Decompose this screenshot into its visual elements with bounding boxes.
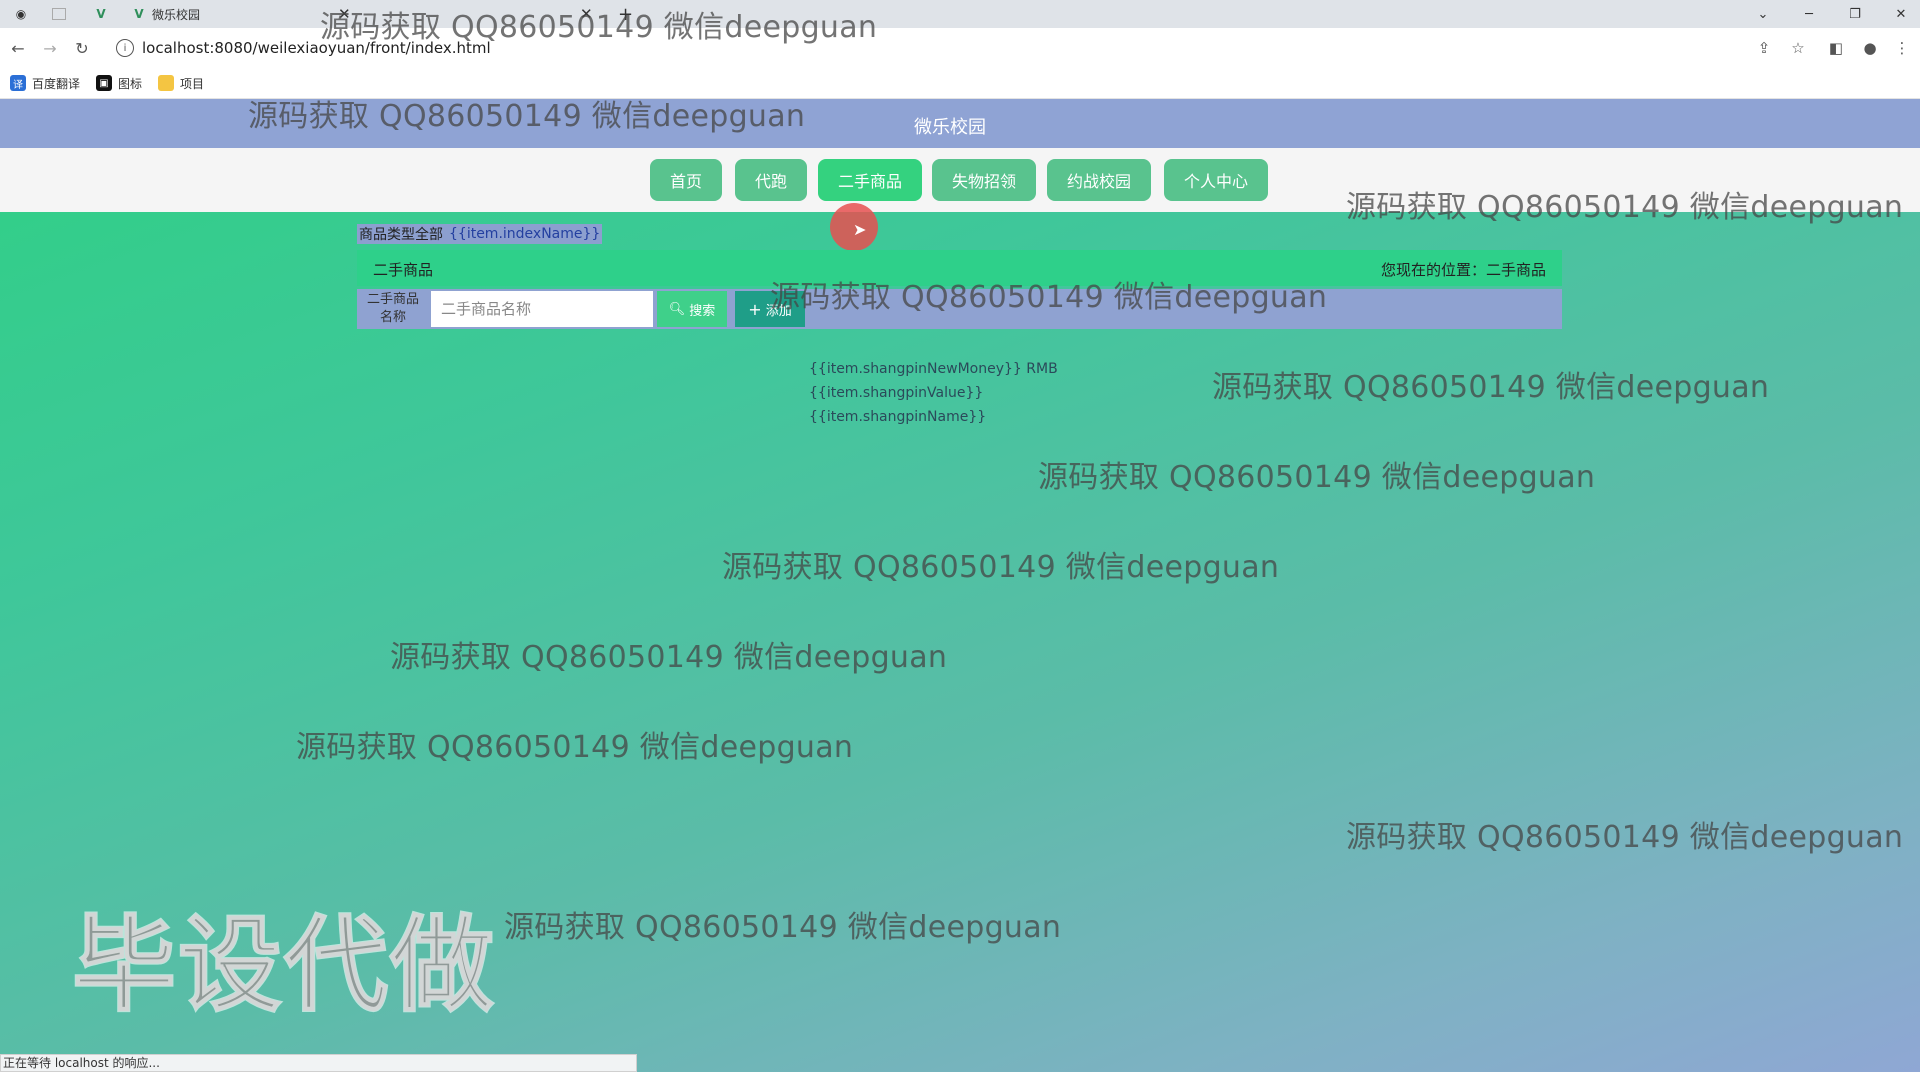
browser-tab-strip: ◉ V V 微乐校园 ✕ ✕ + ⌄ ─ ❐ ✕ bbox=[0, 0, 1920, 28]
watermark-text: 源码获取 QQ86050149 微信deepguan bbox=[1346, 190, 1904, 225]
profile-icon[interactable]: ● bbox=[1858, 36, 1882, 60]
watermark-text: 源码获取 QQ86050149 微信deepguan bbox=[1212, 370, 1770, 405]
search-input[interactable] bbox=[431, 291, 653, 327]
search-icon: 🔍︎ bbox=[668, 301, 686, 317]
blank-tab[interactable] bbox=[52, 0, 66, 28]
reload-icon[interactable]: ↻ bbox=[70, 36, 94, 60]
watermark-text: 源码获取 QQ86050149 微信deepguan bbox=[320, 10, 878, 45]
watermark-text: 源码获取 QQ86050149 微信deepguan bbox=[296, 730, 854, 765]
watermark-text: 源码获取 QQ86050149 微信deepguan bbox=[504, 910, 1062, 945]
list-title: 二手商品 bbox=[373, 261, 434, 279]
bookmark-label: 图标 bbox=[118, 76, 143, 91]
translate-icon: 译 bbox=[10, 75, 26, 91]
tab-search-icon[interactable]: ⌄ bbox=[1740, 0, 1786, 28]
watermark-text: 源码获取 QQ86050149 微信deepguan bbox=[1038, 460, 1596, 495]
more-menu-icon[interactable]: ⋮ bbox=[1890, 36, 1914, 60]
goods-item[interactable]: {{item.shangpinNewMoney}} RMB {{item.sha… bbox=[809, 357, 1058, 429]
mouse-cursor-icon: ➤ bbox=[853, 220, 867, 239]
browser-menu-icon[interactable]: ◉ bbox=[14, 0, 28, 28]
active-tab[interactable]: V 微乐校园 bbox=[132, 0, 200, 28]
search-button[interactable]: 🔍︎ 搜索 bbox=[657, 291, 727, 327]
forward-icon[interactable]: → bbox=[38, 36, 62, 60]
watermark-text: 源码获取 QQ86050149 微信deepguan bbox=[1346, 820, 1904, 855]
browser-status-bar: 正在等待 localhost 的响应... bbox=[0, 1054, 637, 1072]
bookmark-label: 项目 bbox=[180, 76, 205, 91]
plus-icon: + bbox=[748, 299, 762, 319]
vue-logo-icon: V bbox=[134, 7, 144, 21]
category-filter[interactable]: 商品类型全部 {{item.indexName}} bbox=[357, 224, 603, 244]
folder-icon bbox=[158, 75, 175, 91]
bookmark-star-icon[interactable]: ☆ bbox=[1786, 36, 1810, 60]
goods-value: {{item.shangpinValue}} bbox=[809, 385, 984, 401]
nav-home[interactable]: 首页 bbox=[650, 159, 722, 201]
category-all[interactable]: 商品类型全部 bbox=[359, 224, 443, 244]
nav-campus-match[interactable]: 约战校园 bbox=[1047, 159, 1151, 201]
category-item[interactable]: {{item.indexName}} bbox=[449, 226, 600, 242]
restore-icon[interactable]: ❐ bbox=[1832, 0, 1878, 28]
search-label: 二手商品名称 bbox=[366, 292, 419, 325]
goods-price: {{item.shangpinNewMoney}} RMB bbox=[809, 361, 1058, 377]
watermark-text: 源码获取 QQ86050149 微信deepguan bbox=[770, 280, 1328, 315]
bookmark-baidu-translate[interactable]: 译 百度翻译 bbox=[10, 75, 80, 92]
minimize-icon[interactable]: ─ bbox=[1786, 0, 1832, 28]
search-button-label: 搜索 bbox=[689, 303, 716, 319]
site-info-icon[interactable]: i bbox=[116, 39, 134, 57]
watermark-big-text: 毕设代做 bbox=[71, 903, 497, 1027]
tab-title: 微乐校园 bbox=[152, 7, 201, 22]
share-icon[interactable]: ⇪ bbox=[1752, 36, 1776, 60]
nav-errand[interactable]: 代跑 bbox=[735, 159, 807, 201]
watermark-text: 源码获取 QQ86050149 微信deepguan bbox=[722, 550, 1280, 585]
breadcrumb: 您现在的位置：二手商品 bbox=[1380, 261, 1546, 279]
watermark-text: 源码获取 QQ86050149 微信deepguan bbox=[390, 640, 948, 675]
nav-lost-found[interactable]: 失物招领 bbox=[932, 159, 1036, 201]
nav-second-hand[interactable]: 二手商品 bbox=[818, 159, 922, 201]
nav-personal-center[interactable]: 个人中心 bbox=[1164, 159, 1268, 201]
bookmark-icons[interactable]: ▣ 图标 bbox=[96, 75, 142, 92]
side-panel-icon[interactable]: ◧ bbox=[1824, 36, 1848, 60]
window-close-icon[interactable]: ✕ bbox=[1878, 0, 1920, 28]
bookmark-projects[interactable]: 项目 bbox=[158, 75, 204, 92]
back-icon[interactable]: ← bbox=[6, 36, 30, 60]
goods-name: {{item.shangpinName}} bbox=[809, 409, 987, 425]
watermark-text: 源码获取 QQ86050149 微信deepguan bbox=[248, 99, 806, 134]
vue-tab[interactable]: V bbox=[94, 0, 108, 28]
image-icon: ▣ bbox=[96, 75, 113, 91]
address-bar: ← → ↻ i localhost:8080/weilexiaoyuan/fro… bbox=[0, 28, 1920, 68]
bookmark-label: 百度翻译 bbox=[32, 76, 81, 91]
